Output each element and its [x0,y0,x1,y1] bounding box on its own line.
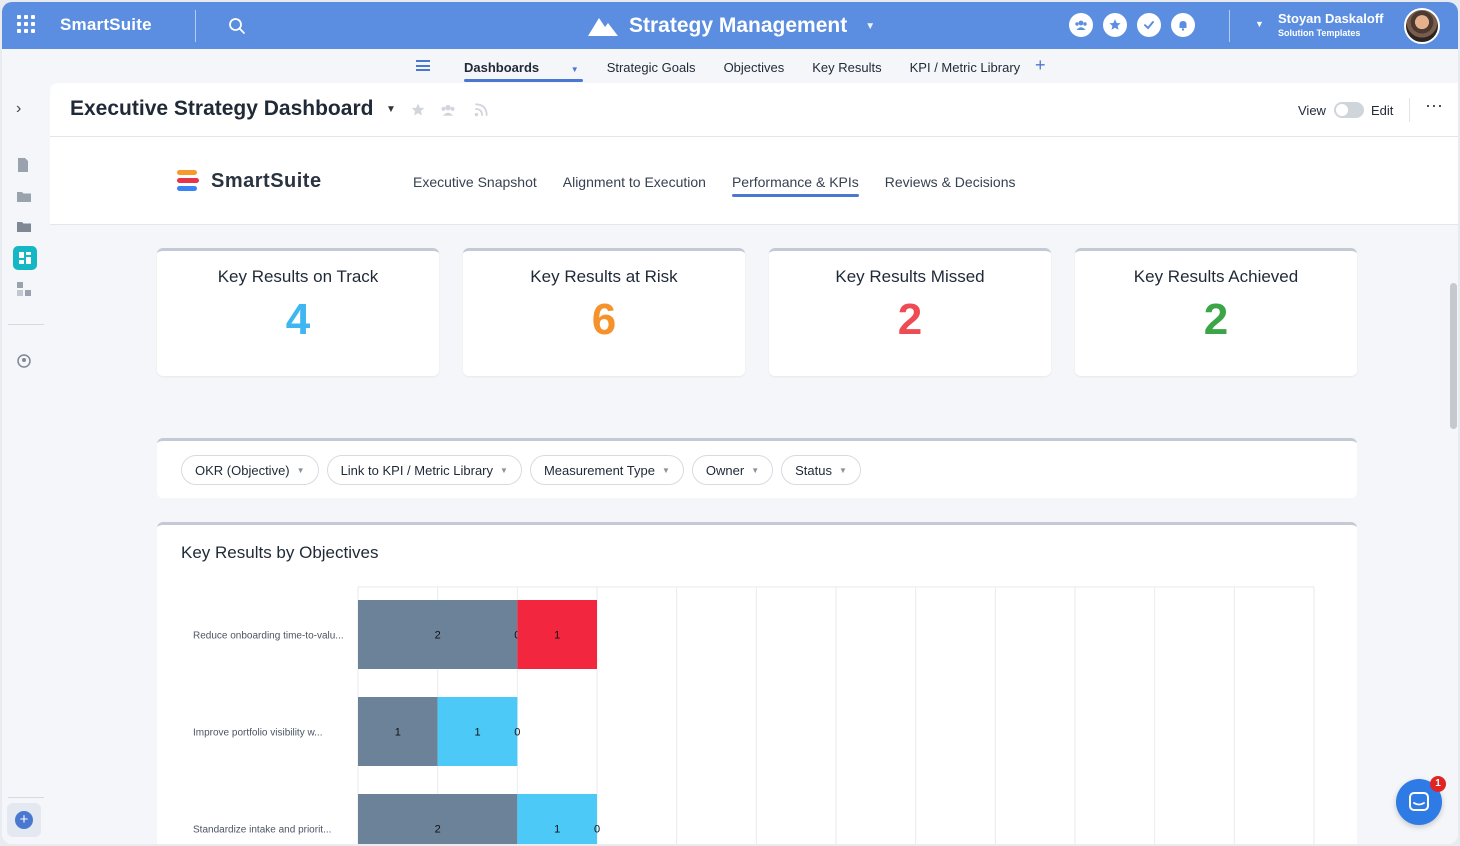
scrollbar[interactable] [1450,283,1457,429]
data-label: 1 [554,630,560,642]
kpi-card-on-track: Key Results on Track 4 [157,248,439,376]
tab-objectives[interactable]: Objectives [724,60,785,75]
tab-performance-kpis[interactable]: Performance & KPIs [731,174,859,197]
rss-icon[interactable] [473,102,489,118]
data-label: 0 [514,727,520,739]
divider [8,324,44,325]
tab-executive-snapshot[interactable]: Executive Snapshot [413,174,537,190]
kpi-value: 2 [897,295,923,344]
divider [8,797,44,798]
filter-measurement-type[interactable]: Measurement Type ▼ [529,455,684,485]
avatar[interactable] [1404,8,1440,44]
category-label: Improve portfolio visibility w... [193,728,323,739]
kpi-label: Key Results on Track [217,267,379,286]
chart-card: Key Results by Objectives Reduce onboard… [157,522,1357,844]
logo-text: SmartSuite [211,170,322,192]
chevron-down-icon[interactable]: ▼ [1255,19,1264,29]
dashboard-canvas: SmartSuite Executive Snapshot Alignment … [50,138,1458,844]
tab-kpi-metric-library[interactable]: KPI / Metric Library [910,60,1021,75]
folder-icon[interactable] [16,189,32,205]
more-options-icon[interactable]: ⋯ [1425,96,1444,117]
bar-segment [517,794,597,844]
divider [1409,98,1410,122]
workspace-switcher[interactable]: Strategy Management ▼ [587,12,875,40]
add-tab-button[interactable]: + [1035,55,1046,76]
user-menu[interactable]: Stoyan Daskaloff Solution Templates [1278,11,1383,38]
document-icon[interactable] [16,157,32,173]
team-icon[interactable] [1069,13,1093,37]
kpi-value: 4 [285,295,311,344]
tab-key-results[interactable]: Key Results [812,60,881,75]
workspace-title: Strategy Management [629,14,848,37]
bell-icon[interactable] [1171,13,1195,37]
user-circle-icon[interactable] [16,353,32,369]
notification-badge: 1 [1430,776,1446,792]
secondary-nav: Dashboards ▼ Strategic Goals Objectives … [2,49,1458,83]
filter-owner[interactable]: Owner ▼ [691,455,774,485]
star-icon[interactable] [1103,13,1127,37]
divider [195,10,196,42]
kpi-label: Key Results Missed [835,267,985,286]
user-name: Stoyan Daskaloff [1278,11,1384,26]
filter-okr-objective[interactable]: OKR (Objective) ▼ [181,455,319,485]
search-icon[interactable] [228,17,246,35]
edit-mode-label: Edit [1371,103,1394,118]
kpi-value: 6 [591,295,617,344]
data-label: 0 [594,824,600,836]
filter-status[interactable]: Status ▼ [781,455,861,485]
kpi-value: 2 [1203,295,1229,344]
top-bar: SmartSuite Strategy Management ▼ ▼ Stoya… [2,2,1458,49]
category-label: Reduce onboarding time-to-valu... [193,631,344,642]
data-label: 1 [554,824,560,836]
left-sidebar: › + [2,83,46,844]
kpi-row: Key Results on Track 4 Key Results at Ri… [157,248,1357,376]
app-window: SmartSuite Strategy Management ▼ ▼ Stoya… [2,2,1458,844]
kpi-card-at-risk: Key Results at Risk 6 [463,248,745,376]
user-role: Solution Templates [1278,28,1361,38]
data-label: 2 [435,824,441,836]
folder-open-icon[interactable] [16,219,32,235]
chat-button[interactable]: 1 [1396,776,1446,825]
chevron-down-icon[interactable]: ▼ [386,104,396,115]
tab-reviews-decisions[interactable]: Reviews & Decisions [885,174,1016,190]
view-edit-toggle[interactable] [1334,102,1364,118]
tab-alignment-to-execution[interactable]: Alignment to Execution [563,174,706,190]
dashboard-tabs: Executive Snapshot Alignment to Executio… [413,174,1042,197]
add-button[interactable]: + [15,811,33,829]
nav-tabs: Dashboards ▼ Strategic Goals Objectives … [464,60,1048,82]
tab-strategic-goals[interactable]: Strategic Goals [607,60,696,75]
dashboard-tab-band: SmartSuite Executive Snapshot Alignment … [50,138,1458,225]
check-icon[interactable] [1137,13,1161,37]
team-icon[interactable] [440,102,456,118]
kpi-card-achieved: Key Results Achieved 2 [1075,248,1357,376]
bar-segment [358,794,518,844]
mountain-icon [588,18,618,36]
stacked-bar-chart: Reduce onboarding time-to-valu... 2 0 1 Impr… [193,586,1315,844]
data-label: 1 [395,727,401,739]
category-label: Standardize intake and priorit... [193,825,331,836]
dashboard-header: Executive Strategy Dashboard ▼ View Edit… [50,83,1458,137]
filter-bar: OKR (Objective) ▼ Link to KPI / Metric Li… [157,438,1357,498]
main-panel: Executive Strategy Dashboard ▼ View Edit… [50,83,1458,844]
apps-icon[interactable] [16,281,32,297]
tab-dashboards[interactable]: Dashboards ▼ [464,60,583,82]
page-title: Executive Strategy Dashboard [70,97,374,120]
divider [1229,10,1230,42]
star-icon[interactable] [410,102,426,118]
smartsuite-logo-icon [177,170,199,192]
expand-sidebar-icon[interactable]: › [16,100,21,118]
filter-kpi-metric-link[interactable]: Link to KPI / Metric Library ▼ [326,455,522,485]
dashboard-icon[interactable] [13,246,37,270]
data-label: 2 [435,630,441,642]
chevron-down-icon: ▼ [865,20,876,32]
hamburger-menu-icon[interactable] [416,60,430,71]
brand-name[interactable]: SmartSuite [60,15,152,35]
data-label: 1 [474,727,480,739]
kpi-card-missed: Key Results Missed 2 [769,248,1051,376]
kpi-label: Key Results Achieved [1133,267,1299,286]
app-grid-icon[interactable] [17,15,37,35]
view-mode-label: View [1298,103,1326,118]
kpi-label: Key Results at Risk [530,267,678,286]
